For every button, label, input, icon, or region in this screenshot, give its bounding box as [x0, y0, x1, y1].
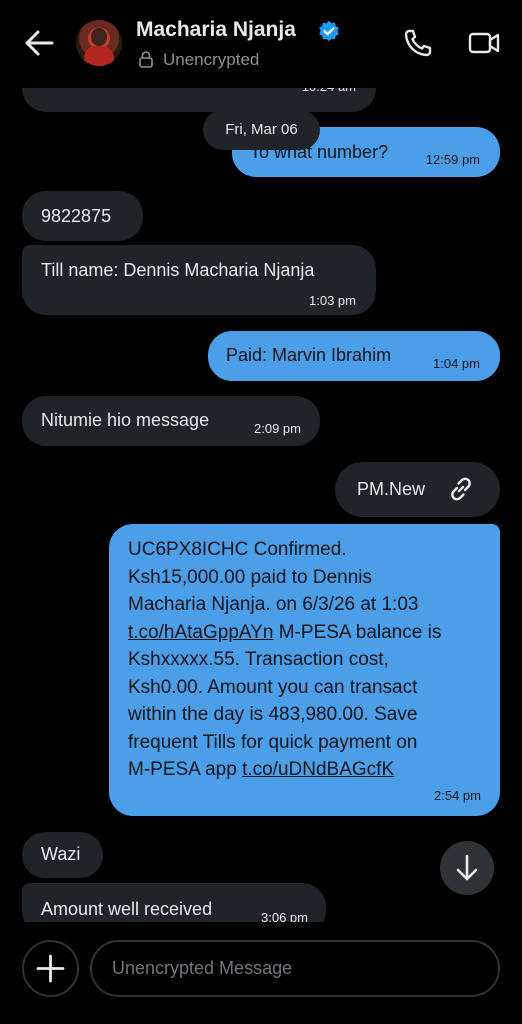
chat-header: Macharia Njanja Unencrypted	[0, 0, 522, 88]
arrow-down-icon	[456, 854, 478, 881]
message-bubble-incoming[interactable]: Wazi	[22, 832, 103, 878]
link-icon	[451, 477, 471, 501]
message-bubble-incoming[interactable]: Till name: Dennis Macharia Njanja 1:03 p…	[22, 245, 376, 315]
lock-icon	[139, 51, 153, 68]
message-text: 9822875	[41, 206, 112, 226]
message-link[interactable]: t.co/hAtaGppAYn	[128, 622, 273, 643]
message-bubble-incoming[interactable]: 9822875	[22, 191, 143, 241]
encryption-status: Unencrypted	[163, 50, 260, 69]
add-attachment-button[interactable]	[22, 940, 79, 997]
scroll-to-bottom-button[interactable]	[440, 841, 494, 895]
verified-badge-icon	[319, 21, 339, 41]
message-bubble-incoming[interactable]: Nitumie hio message 2:09 pm	[22, 396, 320, 446]
link-preview-text: PM.New	[357, 479, 426, 499]
date-separator: Fri, Mar 06	[203, 110, 320, 150]
message-bubble-outgoing[interactable]: Paid: Marvin Ibrahim 1:04 pm	[208, 331, 500, 381]
avatar[interactable]	[76, 20, 122, 66]
link-preview-bubble[interactable]: PM.New	[335, 462, 500, 517]
plus-icon	[36, 954, 65, 983]
message-text: UC6PX8ICHC Confirmed. Ksh15,000.00 paid …	[128, 539, 442, 780]
message-time: 1:03 pm	[309, 293, 356, 308]
message-text: Nitumie hio message	[41, 410, 210, 430]
message-time: 2:09 pm	[254, 421, 301, 436]
message-time: 2:54 pm	[434, 788, 481, 803]
message-link[interactable]: t.co/uDNdBAGcfK	[242, 759, 394, 780]
phone-icon[interactable]	[402, 27, 434, 59]
contact-name[interactable]: Macharia Njanja	[136, 18, 296, 42]
message-input[interactable]	[90, 940, 500, 997]
message-bubble-outgoing[interactable]: UC6PX8ICHC Confirmed. Ksh15,000.00 paid …	[109, 524, 500, 816]
message-text: Wazi	[41, 844, 81, 864]
back-arrow-icon[interactable]	[22, 26, 56, 60]
message-time: 1:04 pm	[433, 356, 480, 371]
composer-bar	[0, 922, 522, 1024]
video-call-icon[interactable]	[467, 27, 501, 59]
message-text: Amount well received	[41, 899, 213, 919]
message-text: Till name: Dennis Macharia Njanja	[41, 260, 315, 280]
message-time: 12:59 pm	[425, 152, 480, 167]
message-text: Paid: Marvin Ibrahim	[226, 345, 392, 365]
